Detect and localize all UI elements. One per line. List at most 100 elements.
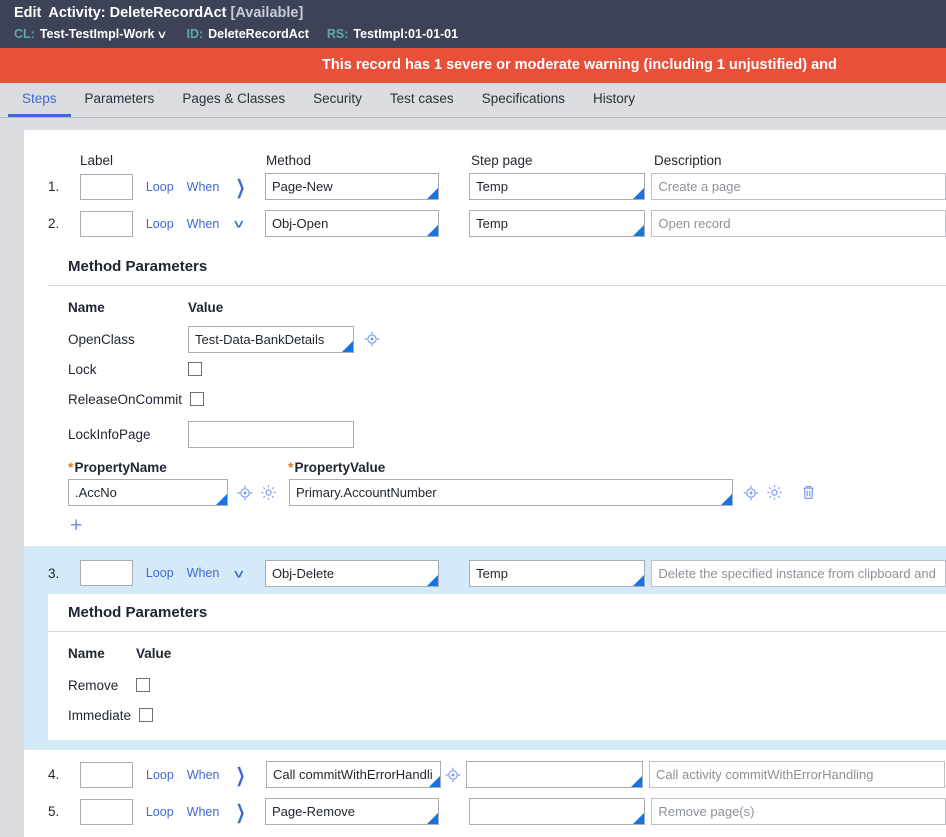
when-link[interactable]: When — [187, 566, 220, 580]
method-parameters-title: Method Parameters — [68, 258, 208, 275]
step-row-3[interactable]: 3. Loop When ∨ Obj-Delete Temp Delete th… — [24, 552, 946, 594]
page-body: Label Method Step page Description 1. Lo… — [0, 118, 946, 837]
gear-icon[interactable] — [766, 484, 783, 501]
crosshair-icon[interactable] — [237, 485, 253, 501]
step-label-input[interactable] — [79, 560, 133, 586]
param-header-name: Name — [68, 646, 105, 661]
step-method-input[interactable]: Obj-Open — [264, 210, 440, 237]
crosshair-icon[interactable] — [743, 485, 759, 501]
step-page-input[interactable] — [466, 761, 643, 788]
step-description-input[interactable]: Create a page — [651, 173, 946, 200]
param-header-name: Name — [68, 300, 105, 315]
lockinfopage-input[interactable] — [188, 420, 354, 448]
lock-checkbox[interactable] — [188, 362, 202, 376]
tab-specifications[interactable]: Specifications — [468, 83, 579, 117]
tab-test-cases[interactable]: Test cases — [376, 83, 468, 117]
releaseoncommit-checkbox[interactable] — [190, 392, 205, 406]
column-header-method: Method — [266, 153, 312, 168]
when-link[interactable]: When — [187, 180, 220, 194]
param-row-immediate: Immediate — [68, 700, 946, 730]
step-method-input[interactable]: Obj-Delete — [264, 559, 440, 587]
step-page-input[interactable] — [469, 798, 646, 825]
column-header-label: Label — [80, 153, 114, 168]
step-description-input[interactable]: Open record — [651, 210, 946, 237]
chevron-right-icon[interactable]: ❯ — [236, 765, 248, 785]
step-description-input[interactable]: Remove page(s) — [651, 798, 946, 825]
crosshair-icon[interactable] — [364, 331, 380, 347]
param-name-lock: Lock — [68, 361, 97, 377]
param-name-lockinfopage: LockInfoPage — [68, 426, 151, 442]
step-label-cell: Loop When ❯ — [79, 173, 265, 200]
loop-link[interactable]: Loop — [146, 217, 174, 231]
propertyname-header-label: PropertyName — [74, 460, 167, 475]
chevron-down-icon[interactable]: ∨ — [232, 218, 252, 230]
tab-steps[interactable]: Steps — [8, 83, 71, 117]
loop-link[interactable]: Loop — [146, 180, 174, 194]
step-row-1[interactable]: 1. Loop When ❯ Page-New Temp Create a pa… — [24, 168, 946, 205]
when-link[interactable]: When — [187, 805, 220, 819]
step-method-input[interactable]: Page-Remove — [264, 798, 440, 825]
param-row-remove: Remove — [68, 670, 946, 700]
gear-icon[interactable] — [260, 484, 277, 501]
step-label-input[interactable] — [80, 761, 133, 788]
loop-link[interactable]: Loop — [146, 805, 174, 819]
param-header-value: Value — [188, 300, 224, 315]
step-description-input[interactable]: Delete the specified instance from clipb… — [651, 559, 946, 587]
class-value: Test-TestImpl-Work — [39, 27, 155, 41]
tab-security[interactable]: Security — [299, 83, 376, 117]
when-link[interactable]: When — [187, 768, 220, 782]
column-header-description: Description — [654, 153, 722, 168]
step-method-input[interactable]: Page-New — [264, 173, 440, 200]
chevron-right-icon[interactable]: ❯ — [236, 802, 248, 822]
immediate-checkbox[interactable] — [139, 708, 154, 722]
step-label-cell: Loop When ❯ — [80, 761, 266, 788]
propertyvalue-header-label: PropertyValue — [294, 460, 386, 475]
trash-icon[interactable] — [801, 484, 816, 501]
loop-link[interactable]: Loop — [146, 768, 174, 782]
chevron-right-icon[interactable]: ❯ — [236, 177, 248, 197]
step-number: 5. — [48, 804, 60, 819]
chevron-down-icon[interactable]: ∨ — [232, 567, 252, 579]
when-link[interactable]: When — [187, 217, 220, 231]
tab-pages-and-classes[interactable]: Pages & Classes — [168, 83, 299, 117]
param-header-value: Value — [136, 646, 172, 661]
step-page-input[interactable]: Temp — [469, 210, 646, 237]
method-parameters-title: Method Parameters — [68, 604, 208, 621]
method-parameters-header-row: Name Value — [68, 300, 946, 315]
required-marker: * — [288, 459, 294, 475]
step-label-input[interactable] — [79, 798, 133, 825]
step-label-input[interactable] — [79, 173, 133, 200]
ruleset-key-label: RS: — [326, 27, 349, 41]
add-property-row-button[interactable]: + — [70, 515, 946, 536]
openclass-input[interactable]: Test-Data-BankDetails — [188, 325, 354, 353]
edit-label: Edit — [14, 5, 42, 21]
remove-checkbox[interactable] — [136, 678, 150, 692]
step-row-5[interactable]: 5. Loop When ❯ Page-Remove Remove page(s… — [24, 793, 946, 830]
method-parameters-panel-step2: Method Parameters Name Value OpenClass T… — [24, 242, 946, 546]
param-row-lockinfopage: LockInfoPage — [68, 419, 946, 449]
param-row-lock: Lock — [68, 354, 946, 384]
step-row-4[interactable]: 4. Loop When ❯ Call commitWithErrorHandl… — [24, 756, 946, 793]
param-name-remove: Remove — [68, 677, 119, 693]
class-key-label: CL: — [14, 27, 35, 41]
propertyname-input[interactable]: .AccNo — [68, 479, 228, 506]
crosshair-icon[interactable] — [445, 767, 461, 783]
step-page-input[interactable]: Temp — [469, 173, 646, 200]
propertyvalue-input[interactable]: Primary.AccountNumber — [289, 479, 733, 506]
header-title-line: Edit Activity: DeleteRecordAct [Available… — [14, 3, 932, 23]
step-method-input[interactable]: Call commitWithErrorHandli — [266, 761, 441, 788]
step-label-cell: Loop When ∨ — [79, 560, 265, 586]
tab-history[interactable]: History — [579, 83, 649, 117]
step-page-input[interactable]: Temp — [469, 559, 646, 587]
id-value: DeleteRecordAct — [208, 27, 309, 41]
tab-bar: Steps Parameters Pages & Classes Securit… — [0, 83, 946, 118]
tab-parameters[interactable]: Parameters — [71, 83, 169, 117]
propertyvalue-header: *PropertyValue — [288, 459, 385, 475]
chevron-down-icon[interactable]: ∨ — [157, 25, 168, 45]
step-label-input[interactable] — [79, 210, 133, 237]
step-description-input[interactable]: Call activity commitWithErrorHandling — [649, 761, 945, 788]
param-name-releaseoncommit: ReleaseOnCommit — [68, 391, 183, 407]
method-parameters-panel-step3: Method Parameters Name Value Remove Imme… — [48, 594, 946, 740]
step-row-2[interactable]: 2. Loop When ∨ Obj-Open Temp Open record — [24, 205, 946, 242]
loop-link[interactable]: Loop — [146, 566, 174, 580]
